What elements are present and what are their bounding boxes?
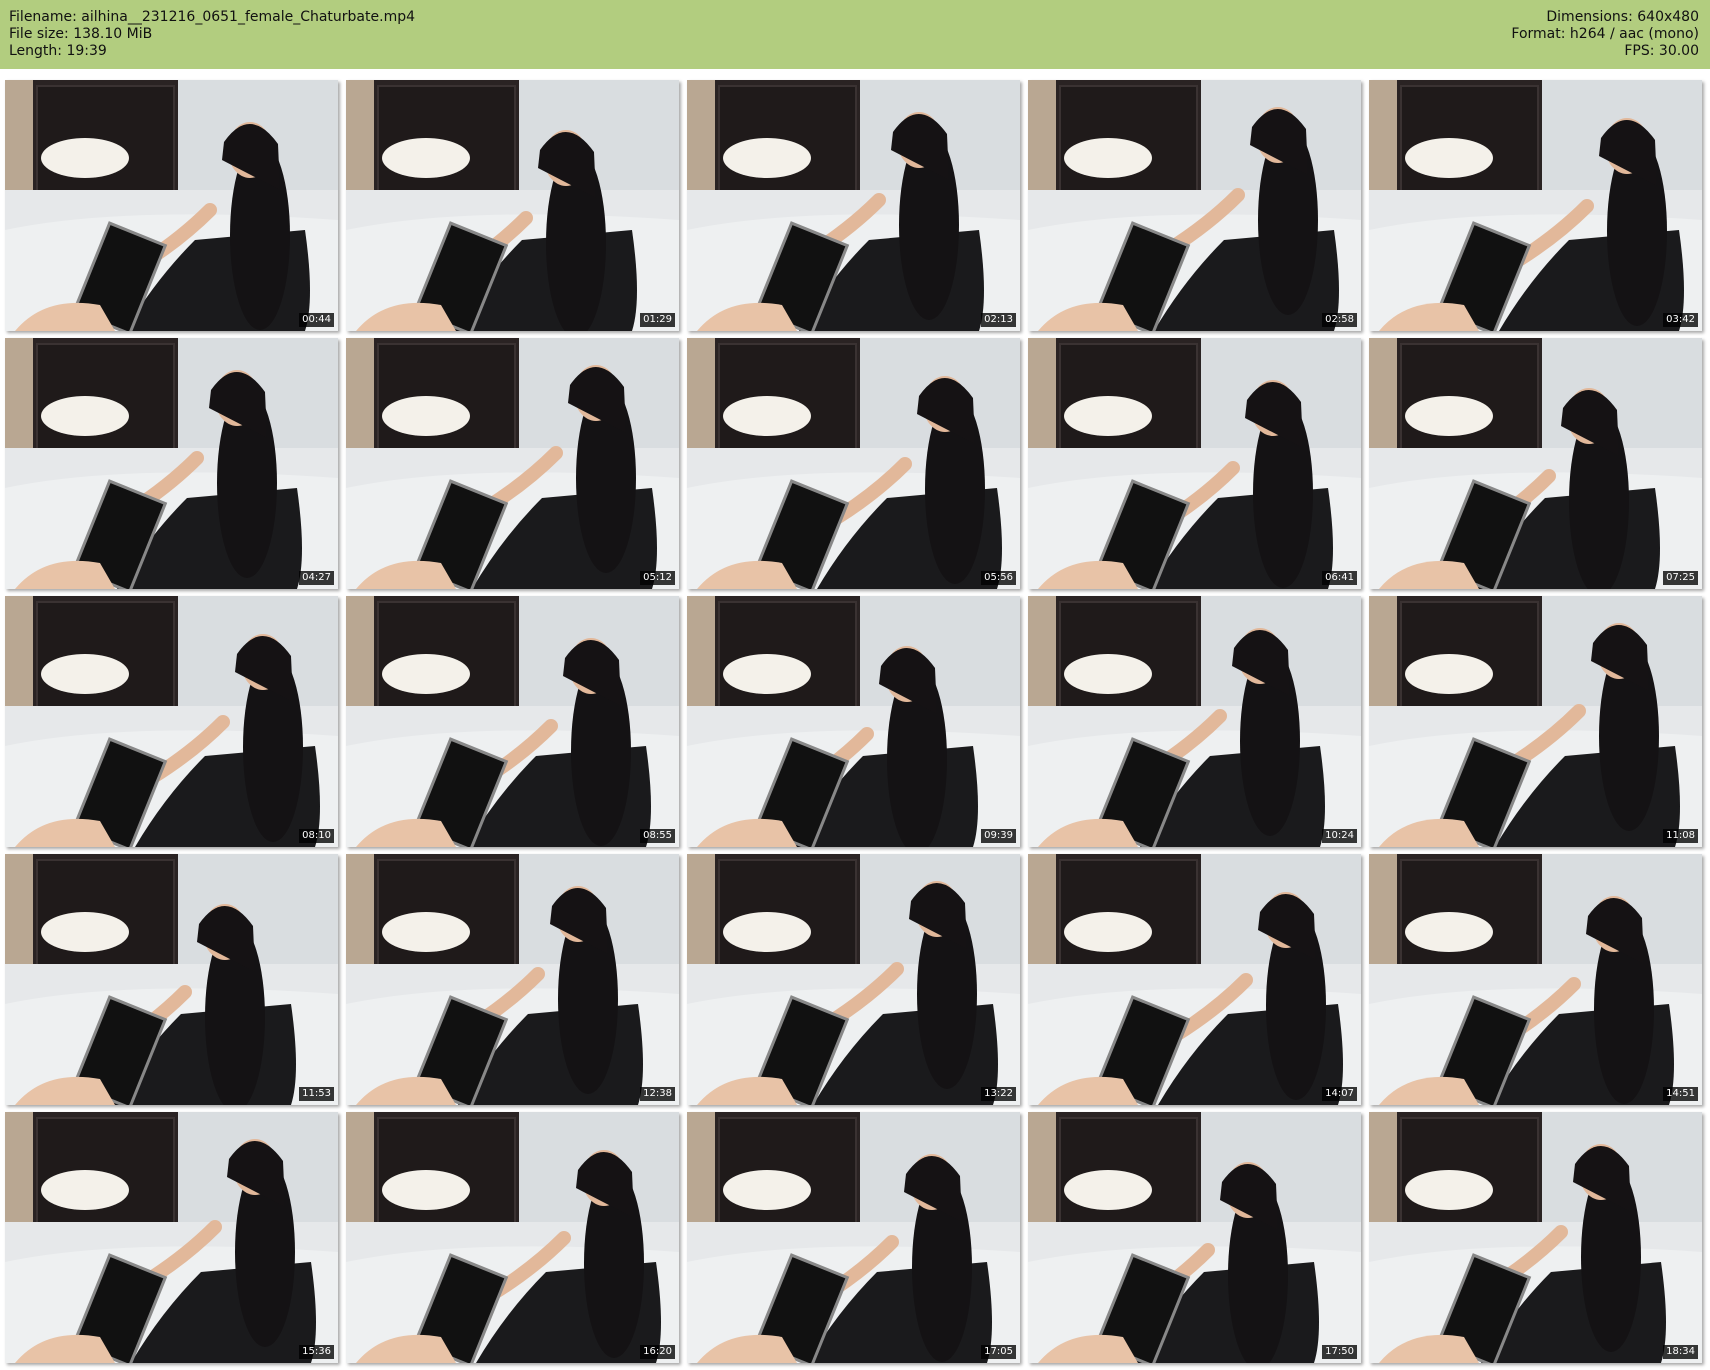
timestamp-label: 14:07	[1322, 1087, 1357, 1101]
timestamp-label: 02:58	[1322, 313, 1357, 327]
thumbnail-scene	[1369, 1112, 1702, 1363]
thumbnail-scene	[1028, 338, 1361, 589]
thumbnail-scene	[1369, 338, 1702, 589]
video-thumbnail[interactable]: 14:51	[1369, 854, 1702, 1105]
timestamp-label: 10:24	[1322, 829, 1357, 843]
video-thumbnail[interactable]: 02:58	[1028, 80, 1361, 331]
thumbnail-scene	[687, 596, 1020, 847]
video-thumbnail[interactable]: 08:10	[5, 596, 338, 847]
video-thumbnail[interactable]: 00:44	[5, 80, 338, 331]
timestamp-label: 09:39	[981, 829, 1016, 843]
timestamp-label: 08:55	[640, 829, 675, 843]
video-thumbnail[interactable]: 10:24	[1028, 596, 1361, 847]
video-thumbnail[interactable]: 11:53	[5, 854, 338, 1105]
thumbnail-scene	[687, 1112, 1020, 1363]
video-thumbnail[interactable]: 13:22	[687, 854, 1020, 1105]
thumbnail-scene	[1028, 80, 1361, 331]
file-info-left: Filename: ailhina__231216_0651_female_Ch…	[9, 9, 415, 60]
video-thumbnail[interactable]: 17:50	[1028, 1112, 1361, 1363]
file-info-right: Dimensions: 640x480 Format: h264 / aac (…	[1511, 9, 1699, 60]
video-thumbnail[interactable]: 04:27	[5, 338, 338, 589]
video-thumbnail[interactable]: 01:29	[346, 80, 679, 331]
timestamp-label: 16:20	[640, 1345, 675, 1359]
timestamp-label: 03:42	[1663, 313, 1698, 327]
video-thumbnail[interactable]: 16:20	[346, 1112, 679, 1363]
timestamp-label: 02:13	[981, 313, 1016, 327]
info-header: Filename: ailhina__231216_0651_female_Ch…	[0, 0, 1710, 69]
thumbnail-scene	[346, 854, 679, 1105]
thumbnail-scene	[346, 80, 679, 331]
timestamp-label: 05:56	[981, 571, 1016, 585]
video-thumbnail[interactable]: 05:12	[346, 338, 679, 589]
timestamp-label: 13:22	[981, 1087, 1016, 1101]
video-thumbnail[interactable]: 07:25	[1369, 338, 1702, 589]
thumbnail-scene	[5, 854, 338, 1105]
timestamp-label: 01:29	[640, 313, 675, 327]
thumbnail-scene	[1369, 596, 1702, 847]
video-thumbnail[interactable]: 14:07	[1028, 854, 1361, 1105]
format-text: Format: h264 / aac (mono)	[1511, 26, 1699, 42]
thumbnail-scene	[1028, 596, 1361, 847]
timestamp-label: 11:08	[1663, 829, 1698, 843]
thumbnail-scene	[687, 338, 1020, 589]
fps-text: FPS: 30.00	[1624, 43, 1699, 59]
thumbnail-scene	[1369, 80, 1702, 331]
video-thumbnail[interactable]: 03:42	[1369, 80, 1702, 331]
length-text: Length: 19:39	[9, 43, 107, 59]
video-thumbnail[interactable]: 09:39	[687, 596, 1020, 847]
thumbnail-scene	[5, 1112, 338, 1363]
thumbnail-scene	[1369, 854, 1702, 1105]
filename-text: Filename: ailhina__231216_0651_female_Ch…	[9, 9, 415, 25]
thumbnail-scene	[5, 596, 338, 847]
timestamp-label: 12:38	[640, 1087, 675, 1101]
video-thumbnail[interactable]: 11:08	[1369, 596, 1702, 847]
timestamp-label: 08:10	[299, 829, 334, 843]
timestamp-label: 00:44	[299, 313, 334, 327]
video-thumbnail[interactable]: 15:36	[5, 1112, 338, 1363]
video-thumbnail[interactable]: 17:05	[687, 1112, 1020, 1363]
thumbnail-scene	[346, 338, 679, 589]
dimensions-text: Dimensions: 640x480	[1546, 9, 1699, 25]
thumbnail-scene	[1028, 1112, 1361, 1363]
thumbnail-grid: 00:44 01:29 02:13 02:58 03:42 04:27 05:12 05:56…	[5, 80, 1705, 1365]
thumbnail-scene	[1028, 854, 1361, 1105]
thumbnail-scene	[687, 854, 1020, 1105]
video-thumbnail[interactable]: 08:55	[346, 596, 679, 847]
timestamp-label: 15:36	[299, 1345, 334, 1359]
timestamp-label: 05:12	[640, 571, 675, 585]
timestamp-label: 11:53	[299, 1087, 334, 1101]
thumbnail-scene	[5, 338, 338, 589]
video-thumbnail[interactable]: 05:56	[687, 338, 1020, 589]
timestamp-label: 06:41	[1322, 571, 1357, 585]
video-thumbnail[interactable]: 18:34	[1369, 1112, 1702, 1363]
thumbnail-scene	[346, 1112, 679, 1363]
thumbnail-scene	[5, 80, 338, 331]
timestamp-label: 04:27	[299, 571, 334, 585]
file-size-text: File size: 138.10 MiB	[9, 26, 153, 42]
timestamp-label: 17:05	[981, 1345, 1016, 1359]
timestamp-label: 18:34	[1663, 1345, 1698, 1359]
thumbnail-scene	[346, 596, 679, 847]
timestamp-label: 07:25	[1663, 571, 1698, 585]
video-thumbnail[interactable]: 12:38	[346, 854, 679, 1105]
video-thumbnail[interactable]: 06:41	[1028, 338, 1361, 589]
video-thumbnail[interactable]: 02:13	[687, 80, 1020, 331]
timestamp-label: 14:51	[1663, 1087, 1698, 1101]
thumbnail-scene	[687, 80, 1020, 331]
timestamp-label: 17:50	[1322, 1345, 1357, 1359]
